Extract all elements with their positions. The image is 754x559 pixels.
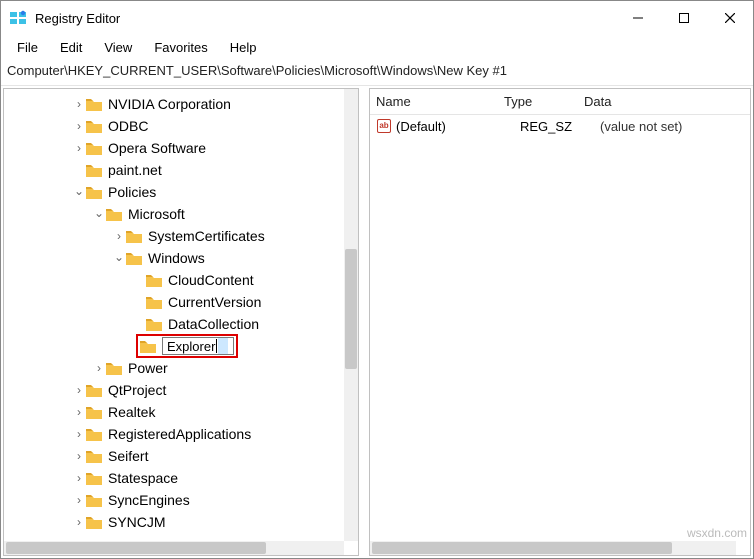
chevron-right-icon[interactable]: › <box>92 361 106 375</box>
tree-node-regapps[interactable]: ›RegisteredApplications <box>4 423 344 445</box>
tree-node-power[interactable]: ›Power <box>4 357 344 379</box>
tree-pane: ›NVIDIA Corporation ›ODBC ›Opera Softwar… <box>3 88 359 556</box>
chevron-right-icon[interactable]: › <box>72 449 86 463</box>
folder-icon <box>86 405 102 419</box>
chevron-right-icon[interactable]: › <box>72 141 86 155</box>
folder-icon <box>86 163 102 177</box>
registry-editor-window: Registry Editor File Edit View Favorites… <box>0 0 754 559</box>
tree-node-odbc[interactable]: ›ODBC <box>4 115 344 137</box>
tree-node-nvidia[interactable]: ›NVIDIA Corporation <box>4 93 344 115</box>
tree-vertical-scrollbar[interactable] <box>344 89 358 541</box>
menu-file[interactable]: File <box>7 38 48 57</box>
chevron-right-icon[interactable]: › <box>72 405 86 419</box>
column-header-data[interactable]: Data <box>584 94 750 109</box>
regedit-icon <box>9 9 27 27</box>
column-headers[interactable]: Name Type Data <box>370 89 750 115</box>
chevron-right-icon[interactable]: › <box>72 515 86 529</box>
tree-horizontal-scrollbar[interactable] <box>4 541 344 555</box>
tree-node-seifert[interactable]: ›Seifert <box>4 445 344 467</box>
folder-icon <box>146 317 162 331</box>
pane-splitter[interactable] <box>361 86 367 558</box>
folder-icon <box>86 97 102 111</box>
string-value-icon: ab <box>376 118 392 134</box>
address-bar[interactable]: Computer\HKEY_CURRENT_USER\Software\Poli… <box>1 59 753 85</box>
folder-icon <box>126 229 142 243</box>
tree-node-systemcerts[interactable]: ›SystemCertificates <box>4 225 344 247</box>
chevron-down-icon[interactable]: ⌄ <box>92 206 106 220</box>
values-pane: Name Type Data ab (Default) REG_SZ (valu… <box>369 88 751 556</box>
menu-help[interactable]: Help <box>220 38 267 57</box>
rename-highlight: Explorer <box>136 334 238 358</box>
tree-node-statespace[interactable]: ›Statespace <box>4 467 344 489</box>
folder-icon <box>146 295 162 309</box>
folder-icon <box>86 141 102 155</box>
close-button[interactable] <box>707 1 753 35</box>
menu-view[interactable]: View <box>94 38 142 57</box>
tree-node-cloudcontent[interactable]: CloudContent <box>4 269 344 291</box>
chevron-down-icon[interactable]: ⌄ <box>72 184 86 198</box>
column-header-type[interactable]: Type <box>504 94 584 109</box>
tree-node-realtek[interactable]: ›Realtek <box>4 401 344 423</box>
folder-icon <box>140 339 156 353</box>
tree-node-syncjm[interactable]: ›SYNCJM <box>4 511 344 533</box>
chevron-down-icon[interactable]: ⌄ <box>112 250 126 264</box>
rename-input[interactable]: Explorer <box>162 337 234 355</box>
tree-node-windows[interactable]: ⌄Windows <box>4 247 344 269</box>
titlebar: Registry Editor <box>1 1 753 35</box>
tree-node-newkey[interactable]: Explorer <box>4 335 344 357</box>
menu-favorites[interactable]: Favorites <box>144 38 217 57</box>
folder-icon <box>86 119 102 133</box>
chevron-right-icon[interactable]: › <box>72 427 86 441</box>
folder-icon <box>126 251 142 265</box>
scrollbar-thumb[interactable] <box>372 542 672 554</box>
window-title: Registry Editor <box>35 11 615 26</box>
chevron-right-icon[interactable]: › <box>72 97 86 111</box>
chevron-right-icon[interactable]: › <box>72 383 86 397</box>
chevron-right-icon[interactable]: › <box>112 229 126 243</box>
tree-node-qtproject[interactable]: ›QtProject <box>4 379 344 401</box>
value-name: (Default) <box>396 119 520 134</box>
registry-tree[interactable]: ›NVIDIA Corporation ›ODBC ›Opera Softwar… <box>4 89 344 541</box>
value-row[interactable]: ab (Default) REG_SZ (value not set) <box>370 115 750 137</box>
folder-icon <box>86 185 102 199</box>
folder-icon <box>86 515 102 529</box>
content-area: ›NVIDIA Corporation ›ODBC ›Opera Softwar… <box>1 85 753 558</box>
window-controls <box>615 1 753 35</box>
tree-node-syncengines[interactable]: ›SyncEngines <box>4 489 344 511</box>
scrollbar-thumb[interactable] <box>6 542 266 554</box>
folder-icon <box>86 449 102 463</box>
maximize-button[interactable] <box>661 1 707 35</box>
tree-node-currentversion[interactable]: CurrentVersion <box>4 291 344 313</box>
value-data: (value not set) <box>600 119 750 134</box>
tree-node-datacollection[interactable]: DataCollection <box>4 313 344 335</box>
menu-edit[interactable]: Edit <box>50 38 92 57</box>
text-caret <box>216 339 217 353</box>
selection-tail <box>218 338 228 354</box>
folder-icon <box>86 493 102 507</box>
scrollbar-thumb[interactable] <box>345 249 357 369</box>
tree-node-paintnet[interactable]: paint.net <box>4 159 344 181</box>
values-horizontal-scrollbar[interactable] <box>370 541 736 555</box>
folder-icon <box>106 207 122 221</box>
tree-node-opera[interactable]: ›Opera Software <box>4 137 344 159</box>
folder-icon <box>86 383 102 397</box>
value-type: REG_SZ <box>520 119 600 134</box>
chevron-right-icon[interactable]: › <box>72 471 86 485</box>
folder-icon <box>146 273 162 287</box>
chevron-right-icon[interactable]: › <box>72 119 86 133</box>
chevron-right-icon[interactable]: › <box>72 493 86 507</box>
column-header-name[interactable]: Name <box>376 94 504 109</box>
tree-node-policies[interactable]: ⌄Policies <box>4 181 344 203</box>
folder-icon <box>86 427 102 441</box>
folder-icon <box>106 361 122 375</box>
tree-node-microsoft[interactable]: ⌄Microsoft <box>4 203 344 225</box>
minimize-button[interactable] <box>615 1 661 35</box>
folder-icon <box>86 471 102 485</box>
menubar: File Edit View Favorites Help <box>1 35 753 59</box>
